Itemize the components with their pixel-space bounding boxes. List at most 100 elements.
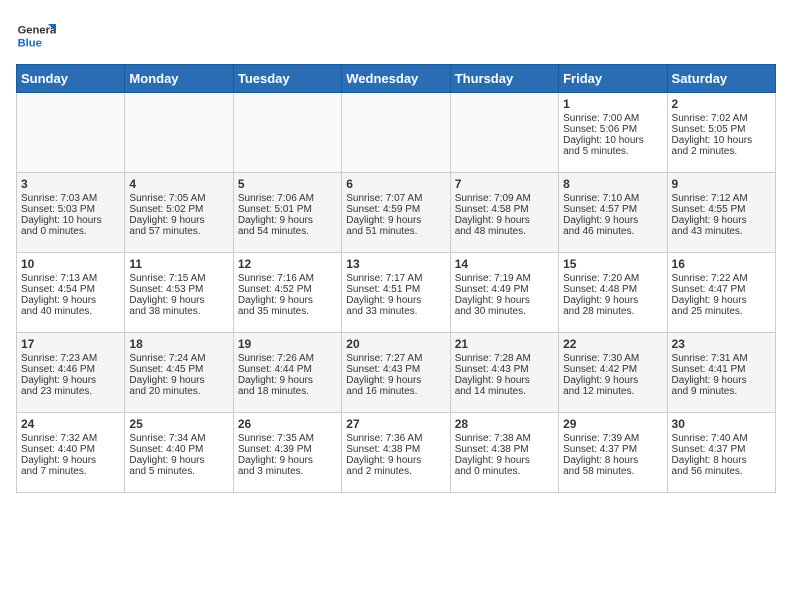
cell-info: and 9 minutes. [672, 386, 771, 397]
cell-info: Sunset: 4:43 PM [455, 364, 554, 375]
cell-info: and 2 minutes. [346, 466, 445, 477]
day-number: 24 [21, 417, 120, 431]
cell-info: Sunset: 4:51 PM [346, 284, 445, 295]
cell-info: Sunset: 4:44 PM [238, 364, 337, 375]
cell-info: Sunrise: 7:30 AM [563, 353, 662, 364]
cell-info: and 12 minutes. [563, 386, 662, 397]
cell-info: Daylight: 9 hours [21, 455, 120, 466]
day-number: 16 [672, 257, 771, 271]
cell-info: Sunset: 4:54 PM [21, 284, 120, 295]
day-number: 27 [346, 417, 445, 431]
cell-info: Daylight: 9 hours [129, 295, 228, 306]
cell-info: Sunset: 4:49 PM [455, 284, 554, 295]
cell-info: Sunrise: 7:28 AM [455, 353, 554, 364]
cell-info: Sunrise: 7:26 AM [238, 353, 337, 364]
cell-info: Daylight: 9 hours [129, 455, 228, 466]
calendar-cell: 8Sunrise: 7:10 AMSunset: 4:57 PMDaylight… [559, 173, 667, 253]
day-number: 12 [238, 257, 337, 271]
calendar-header-row: SundayMondayTuesdayWednesdayThursdayFrid… [17, 65, 776, 93]
cell-info: Sunset: 4:53 PM [129, 284, 228, 295]
calendar-cell: 25Sunrise: 7:34 AMSunset: 4:40 PMDayligh… [125, 413, 233, 493]
cell-info: Daylight: 9 hours [672, 375, 771, 386]
cell-info: Daylight: 9 hours [238, 295, 337, 306]
day-number: 13 [346, 257, 445, 271]
cell-info: Sunrise: 7:17 AM [346, 273, 445, 284]
cell-info: Daylight: 10 hours [21, 215, 120, 226]
cell-info: Sunset: 4:55 PM [672, 204, 771, 215]
day-number: 26 [238, 417, 337, 431]
calendar-cell: 6Sunrise: 7:07 AMSunset: 4:59 PMDaylight… [342, 173, 450, 253]
cell-info: Daylight: 9 hours [346, 375, 445, 386]
cell-info: and 28 minutes. [563, 306, 662, 317]
cell-info: Daylight: 8 hours [563, 455, 662, 466]
calendar-cell: 14Sunrise: 7:19 AMSunset: 4:49 PMDayligh… [450, 253, 558, 333]
svg-text:General: General [18, 25, 56, 37]
day-number: 21 [455, 337, 554, 351]
cell-info: Sunset: 4:58 PM [455, 204, 554, 215]
cell-info: Sunset: 5:01 PM [238, 204, 337, 215]
cell-info: Daylight: 10 hours [672, 135, 771, 146]
cell-info: Sunrise: 7:00 AM [563, 113, 662, 124]
cell-info: and 33 minutes. [346, 306, 445, 317]
calendar-cell: 26Sunrise: 7:35 AMSunset: 4:39 PMDayligh… [233, 413, 341, 493]
cell-info: and 35 minutes. [238, 306, 337, 317]
cell-info: Sunset: 4:57 PM [563, 204, 662, 215]
cell-info: Sunset: 5:06 PM [563, 124, 662, 135]
weekday-header-thursday: Thursday [450, 65, 558, 93]
day-number: 30 [672, 417, 771, 431]
cell-info: and 14 minutes. [455, 386, 554, 397]
cell-info: and 51 minutes. [346, 226, 445, 237]
calendar-cell: 11Sunrise: 7:15 AMSunset: 4:53 PMDayligh… [125, 253, 233, 333]
day-number: 14 [455, 257, 554, 271]
cell-info: and 23 minutes. [21, 386, 120, 397]
cell-info: Daylight: 9 hours [455, 215, 554, 226]
calendar-cell [17, 93, 125, 173]
calendar-cell: 2Sunrise: 7:02 AMSunset: 5:05 PMDaylight… [667, 93, 775, 173]
cell-info: Sunrise: 7:05 AM [129, 193, 228, 204]
day-number: 9 [672, 177, 771, 191]
day-number: 23 [672, 337, 771, 351]
cell-info: Daylight: 9 hours [346, 215, 445, 226]
day-number: 17 [21, 337, 120, 351]
calendar-cell: 13 Sunrise: 7:17 AMSunset: 4:51 PMDayligh… [342, 253, 450, 333]
day-number: 1 [563, 97, 662, 111]
day-number: 10 [21, 257, 120, 271]
cell-info: Sunset: 4:43 PM [346, 364, 445, 375]
cell-info: and 56 minutes. [672, 466, 771, 477]
day-number: 7 [455, 177, 554, 191]
day-number: 28 [455, 417, 554, 431]
calendar-cell: 20Sunrise: 7:27 AMSunset: 4:43 PMDayligh… [342, 333, 450, 413]
day-number: 5 [238, 177, 337, 191]
calendar-cell: 24Sunrise: 7:32 AMSunset: 4:40 PMDayligh… [17, 413, 125, 493]
weekday-header-monday: Monday [125, 65, 233, 93]
cell-info: Sunset: 4:42 PM [563, 364, 662, 375]
calendar-cell [342, 93, 450, 173]
cell-info: and 5 minutes. [563, 146, 662, 157]
cell-info: Sunrise: 7:40 AM [672, 433, 771, 444]
cell-info: Sunrise: 7:20 AM [563, 273, 662, 284]
calendar-cell: 12Sunrise: 7:16 AMSunset: 4:52 PMDayligh… [233, 253, 341, 333]
cell-info: Sunrise: 7:03 AM [21, 193, 120, 204]
weekday-header-saturday: Saturday [667, 65, 775, 93]
calendar-table: SundayMondayTuesdayWednesdayThursdayFrid… [16, 64, 776, 493]
day-number: 11 [129, 257, 228, 271]
cell-info: Sunrise: 7:09 AM [455, 193, 554, 204]
cell-info: Daylight: 9 hours [129, 375, 228, 386]
calendar-cell [233, 93, 341, 173]
cell-info: Daylight: 9 hours [238, 215, 337, 226]
cell-info: Sunset: 4:39 PM [238, 444, 337, 455]
cell-info: Sunset: 4:46 PM [21, 364, 120, 375]
cell-info: and 46 minutes. [563, 226, 662, 237]
cell-info: and 16 minutes. [346, 386, 445, 397]
cell-info: and 48 minutes. [455, 226, 554, 237]
cell-info: Sunrise: 7:12 AM [672, 193, 771, 204]
page-header: General Blue [16, 16, 776, 56]
calendar-cell: 19Sunrise: 7:26 AMSunset: 4:44 PMDayligh… [233, 333, 341, 413]
cell-info: Sunset: 5:03 PM [21, 204, 120, 215]
cell-info: Sunset: 4:41 PM [672, 364, 771, 375]
cell-info: Daylight: 9 hours [346, 295, 445, 306]
cell-info: Sunrise: 7:36 AM [346, 433, 445, 444]
cell-info: Daylight: 9 hours [21, 375, 120, 386]
cell-info: Sunset: 4:38 PM [346, 444, 445, 455]
cell-info: and 18 minutes. [238, 386, 337, 397]
